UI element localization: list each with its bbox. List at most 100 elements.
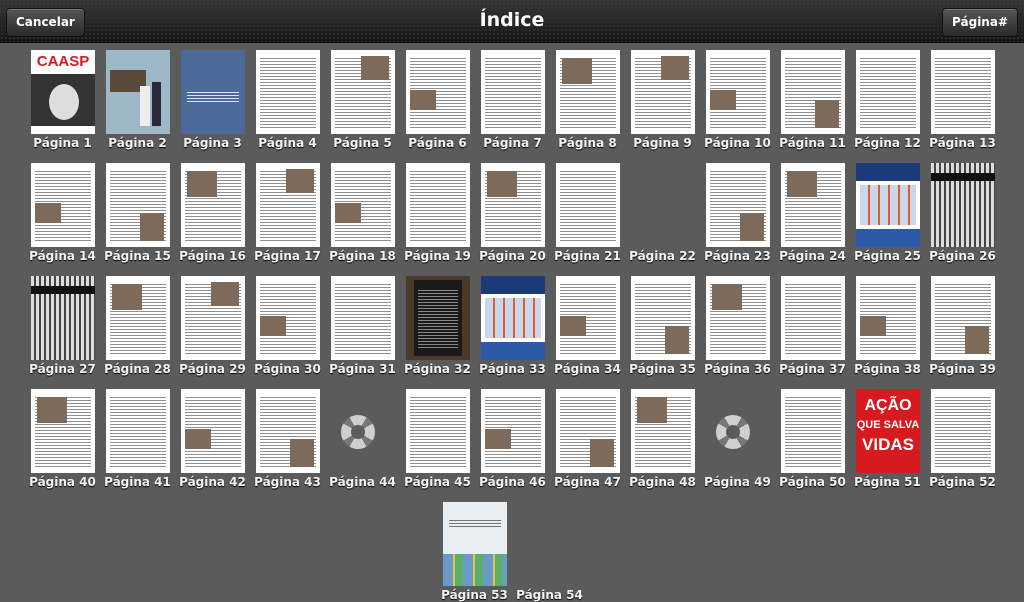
text-columns — [335, 282, 391, 354]
page-preview — [706, 163, 770, 247]
page-label: Página 13 — [929, 136, 996, 150]
page-preview — [181, 276, 245, 360]
photo — [260, 316, 286, 336]
photo — [815, 100, 839, 128]
page-label: Página 34 — [554, 362, 621, 376]
page-preview — [181, 50, 245, 134]
page-label: Página 44 — [329, 475, 396, 489]
page-label: Página 21 — [554, 249, 621, 263]
page-preview — [406, 163, 470, 247]
page-preview — [706, 50, 770, 134]
text-columns — [410, 395, 466, 467]
photo — [211, 282, 239, 306]
page-preview — [106, 276, 170, 360]
page-preview: CAASP — [31, 50, 95, 134]
page-preview: AÇÃO QUE SALVA VIDAS — [856, 389, 920, 473]
page-preview — [481, 50, 545, 134]
photo — [290, 439, 314, 467]
page-label: Página 28 — [104, 362, 171, 376]
page-label: Página 4 — [258, 136, 317, 150]
page-label: Página 24 — [779, 249, 846, 263]
page-preview — [481, 163, 545, 247]
page-preview — [781, 50, 845, 134]
page-preview — [631, 50, 695, 134]
page-label: Página 18 — [329, 249, 396, 263]
photo — [860, 316, 886, 336]
page-preview — [781, 389, 845, 473]
page-preview — [331, 276, 395, 360]
photo — [562, 58, 592, 84]
photo — [740, 213, 764, 241]
page-label: Página 36 — [704, 362, 771, 376]
page-label: Página 35 — [629, 362, 696, 376]
page-label: Página 40 — [29, 475, 96, 489]
page-label: Página 6 — [408, 136, 467, 150]
page-label: Página 1 — [33, 136, 92, 150]
photo — [35, 203, 61, 223]
text-columns — [260, 56, 316, 128]
photo — [710, 90, 736, 110]
text-columns — [410, 169, 466, 241]
page-label: Página 30 — [254, 362, 321, 376]
photo — [787, 171, 817, 197]
page-preview — [856, 50, 920, 134]
page-label: Página 41 — [104, 475, 171, 489]
photo — [140, 213, 164, 241]
page-label: Página 45 — [404, 475, 471, 489]
page-preview — [256, 276, 320, 360]
photo — [665, 326, 689, 354]
page-label: Página 16 — [179, 249, 246, 263]
page-label: Página 2 — [108, 136, 167, 150]
text-columns — [560, 169, 616, 241]
page-label: Página 48 — [629, 475, 696, 489]
page-preview — [181, 163, 245, 247]
page-preview — [556, 389, 620, 473]
page-label: Página 7 — [483, 136, 542, 150]
page-preview — [856, 163, 920, 247]
cover-title: CAASP — [36, 53, 90, 70]
page-label: Página 47 — [554, 475, 621, 489]
cover-headline: AÇÃO — [864, 397, 912, 414]
page-preview — [331, 50, 395, 134]
page-preview — [106, 50, 170, 134]
text-columns — [935, 56, 991, 128]
page-preview — [31, 276, 95, 360]
text-columns — [935, 395, 991, 467]
page-preview — [256, 389, 320, 473]
photo — [187, 171, 217, 197]
page-preview — [481, 276, 545, 360]
page-label: Página 12 — [854, 136, 921, 150]
page-label: Página 17 — [254, 249, 321, 263]
page-preview — [406, 389, 470, 473]
page-preview — [106, 389, 170, 473]
go-to-page-button[interactable]: Página# — [942, 8, 1018, 37]
photo — [185, 429, 211, 449]
page-label: Página 38 — [854, 362, 921, 376]
page-label: Página 32 — [404, 362, 471, 376]
cover-headline: QUE SALVA — [856, 419, 920, 431]
page-label: Página 31 — [329, 362, 396, 376]
page-preview — [256, 50, 320, 134]
page-label: Página 19 — [404, 249, 471, 263]
page-label: Página 29 — [179, 362, 246, 376]
page-label: Página 43 — [254, 475, 321, 489]
page-preview — [256, 163, 320, 247]
photo — [286, 169, 314, 193]
photo — [965, 326, 989, 354]
page-label: Página 9 — [633, 136, 692, 150]
cover-headline: VIDAS — [862, 435, 914, 454]
photo — [560, 316, 586, 336]
page-label: Página 20 — [479, 249, 546, 263]
text-columns — [785, 395, 841, 467]
text-columns — [110, 395, 166, 467]
page-label: Página 10 — [704, 136, 771, 150]
page-label: Página 42 — [179, 475, 246, 489]
page-label: Página 39 — [929, 362, 996, 376]
page-preview — [406, 276, 470, 360]
page-preview — [406, 50, 470, 134]
page-label: Página 50 — [779, 475, 846, 489]
page-label: Página 46 — [479, 475, 546, 489]
loading-spinner-icon — [341, 415, 375, 449]
page-label: Página 8 — [558, 136, 617, 150]
text-columns — [860, 56, 916, 128]
